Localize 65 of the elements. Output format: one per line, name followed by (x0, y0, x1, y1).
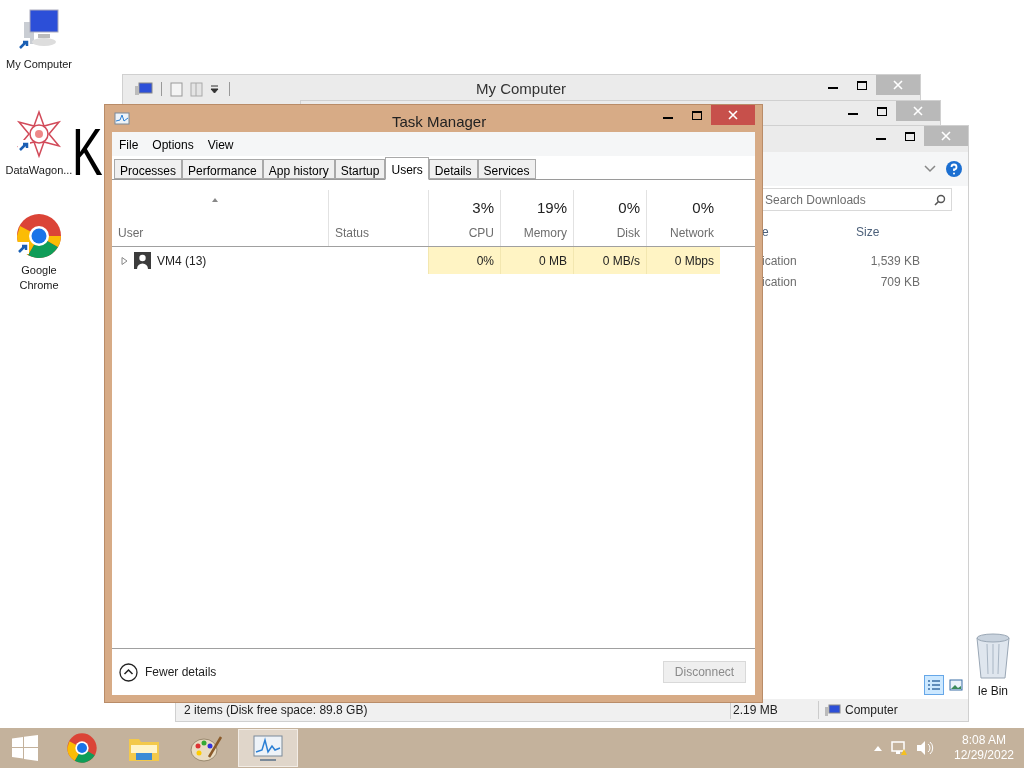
status-text: Computer (845, 702, 898, 719)
column-header[interactable]: 0% Disk (573, 190, 646, 246)
tab[interactable]: Processes (114, 159, 183, 179)
close-icon (941, 131, 951, 141)
chrome-icon (66, 732, 98, 764)
menu-item[interactable]: View (207, 136, 234, 154)
chrome-icon[interactable] (15, 212, 63, 260)
windows-logo-icon (12, 735, 38, 761)
letter-glyph: K (72, 118, 103, 185)
close-icon (913, 106, 923, 116)
image-icon (949, 679, 963, 691)
desktop-icon-label[interactable]: Google Chrome (1, 263, 77, 293)
window-title: My Computer (476, 78, 567, 99)
sort-arrow-icon (212, 198, 218, 202)
table-cell: 0 MB/s (573, 247, 646, 274)
column-header[interactable]: User (112, 190, 328, 246)
fewer-details-link[interactable]: Fewer details (145, 663, 217, 681)
tab[interactable]: Performance (182, 159, 263, 179)
table-cell-text: 709 KB (879, 273, 920, 291)
search-icon (934, 194, 946, 206)
table-cell: 0% (428, 247, 500, 274)
computer-icon[interactable] (135, 82, 153, 96)
desktop-icon-label[interactable]: My Computer (6, 57, 72, 72)
search-field[interactable]: Search Downloads (762, 188, 952, 211)
desktop-icon-label[interactable]: DataWagon... (5, 163, 73, 178)
table-cell-text: ication (761, 273, 798, 291)
dropdown-icon[interactable] (210, 84, 219, 94)
chart-window-icon (252, 734, 284, 762)
computer-icon (825, 703, 841, 717)
close-icon (893, 80, 903, 90)
column-header[interactable]: 3% CPU (428, 190, 500, 246)
table-cell: 0 Mbps (646, 247, 720, 274)
column-header[interactable]: 0% Network (646, 190, 720, 246)
menu-item[interactable]: File (119, 136, 139, 154)
menu-item[interactable]: Options (152, 136, 194, 154)
taskbar-app-button[interactable] (238, 729, 298, 767)
tab[interactable]: Details (428, 159, 478, 179)
chart-window-icon[interactable] (114, 112, 130, 126)
desktop-icon-label[interactable]: le Bin (978, 682, 1008, 700)
expand-arrow-icon[interactable] (121, 256, 128, 265)
close-icon (728, 110, 738, 120)
column-header[interactable]: Size (856, 223, 880, 241)
window-title: Task Manager (392, 112, 487, 132)
column-header[interactable]: 19% Memory (500, 190, 573, 246)
tab[interactable]: Services (477, 159, 536, 179)
chevron-down-icon[interactable] (924, 165, 936, 173)
column-header[interactable]: Status (328, 190, 428, 246)
star-logo-icon[interactable] (16, 110, 62, 160)
show-hidden-icons-icon[interactable] (874, 745, 882, 751)
table-cell: 0 MB (500, 247, 573, 274)
table-cell-text: 1,539 KB (869, 252, 920, 270)
tab[interactable]: Startup (334, 159, 386, 179)
details-list-icon (927, 679, 941, 691)
help-icon[interactable] (946, 161, 962, 177)
trash-bin-icon[interactable] (973, 630, 1013, 680)
table-cell[interactable]: VM4 (13) (112, 247, 328, 274)
network-icon[interactable] (890, 740, 908, 756)
tab[interactable]: App history (262, 159, 335, 179)
speaker-icon[interactable] (916, 740, 934, 756)
user-icon (134, 252, 151, 269)
details-view-button[interactable] (924, 675, 944, 695)
collapse-circle-icon[interactable] (119, 662, 138, 682)
status-text: 2 items (Disk free space: 89.8 GB) (183, 702, 369, 719)
tab[interactable]: Users (385, 157, 429, 180)
table-cell-text: ication (761, 252, 798, 270)
